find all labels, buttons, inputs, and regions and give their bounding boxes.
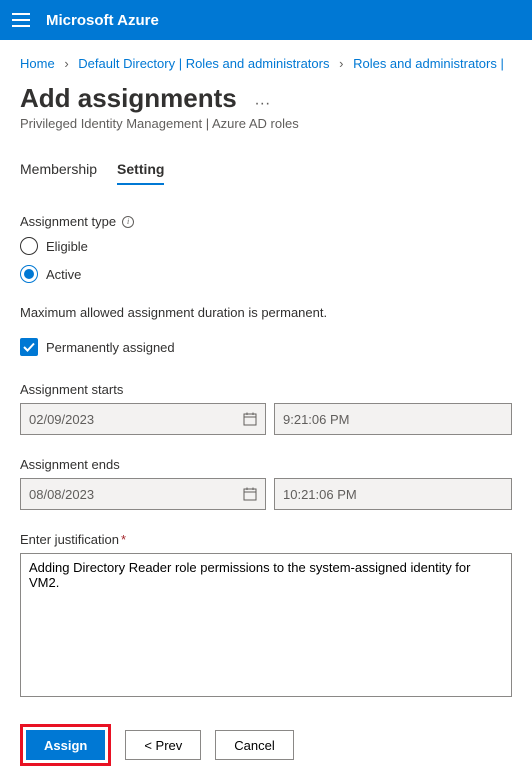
brand-title: Microsoft Azure (46, 12, 159, 29)
required-asterisk: * (121, 532, 126, 547)
info-icon[interactable]: i (122, 216, 134, 228)
radio-active-label: Active (46, 267, 81, 282)
assignment-type-label: Assignment type i (20, 214, 512, 229)
page-title: Add assignments (20, 83, 237, 114)
ends-time-input[interactable]: 10:21:06 PM (274, 478, 512, 510)
assignment-type-radios: Eligible Active (20, 237, 512, 283)
justification-input[interactable] (20, 553, 512, 697)
topbar: Microsoft Azure (0, 0, 532, 40)
radio-eligible[interactable]: Eligible (20, 237, 512, 255)
permanently-assigned-checkbox[interactable]: Permanently assigned (20, 338, 512, 356)
radio-icon (20, 237, 38, 255)
breadcrumb-directory[interactable]: Default Directory | Roles and administra… (78, 56, 329, 71)
ends-date-input[interactable]: 08/08/2023 (20, 478, 266, 510)
breadcrumb-home[interactable]: Home (20, 56, 55, 71)
prev-button[interactable]: < Prev (125, 730, 201, 760)
tab-setting[interactable]: Setting (117, 155, 164, 185)
chevron-right-icon: › (64, 56, 68, 71)
checkbox-icon (20, 338, 38, 356)
radio-active[interactable]: Active (20, 265, 512, 283)
page-subtitle: Privileged Identity Management | Azure A… (20, 116, 512, 131)
radio-icon (20, 265, 38, 283)
ends-row: 08/08/2023 10:21:06 PM (20, 478, 512, 510)
justification-label: Enter justification* (20, 532, 512, 547)
cancel-button[interactable]: Cancel (215, 730, 293, 760)
ends-label: Assignment ends (20, 457, 512, 472)
starts-row: 02/09/2023 9:21:06 PM (20, 403, 512, 435)
calendar-icon (243, 487, 257, 501)
permanently-assigned-label: Permanently assigned (46, 340, 175, 355)
tabs: Membership Setting (0, 137, 532, 186)
content: Assignment type i Eligible Active Maximu… (0, 186, 532, 700)
page-header: Add assignments ··· Privileged Identity … (0, 75, 532, 137)
assign-highlight: Assign (20, 724, 111, 766)
chevron-right-icon: › (339, 56, 343, 71)
duration-info: Maximum allowed assignment duration is p… (20, 305, 512, 320)
footer-buttons: Assign < Prev Cancel (20, 724, 512, 766)
breadcrumb: Home › Default Directory | Roles and adm… (0, 40, 532, 75)
radio-eligible-label: Eligible (46, 239, 88, 254)
more-actions-icon[interactable]: ··· (254, 95, 270, 112)
hamburger-menu-icon[interactable] (12, 13, 30, 27)
tab-membership[interactable]: Membership (20, 155, 97, 185)
starts-date-input[interactable]: 02/09/2023 (20, 403, 266, 435)
breadcrumb-roles[interactable]: Roles and administrators | (353, 56, 504, 71)
starts-time-input[interactable]: 9:21:06 PM (274, 403, 512, 435)
assign-button[interactable]: Assign (26, 730, 105, 760)
starts-label: Assignment starts (20, 382, 512, 397)
calendar-icon (243, 412, 257, 426)
